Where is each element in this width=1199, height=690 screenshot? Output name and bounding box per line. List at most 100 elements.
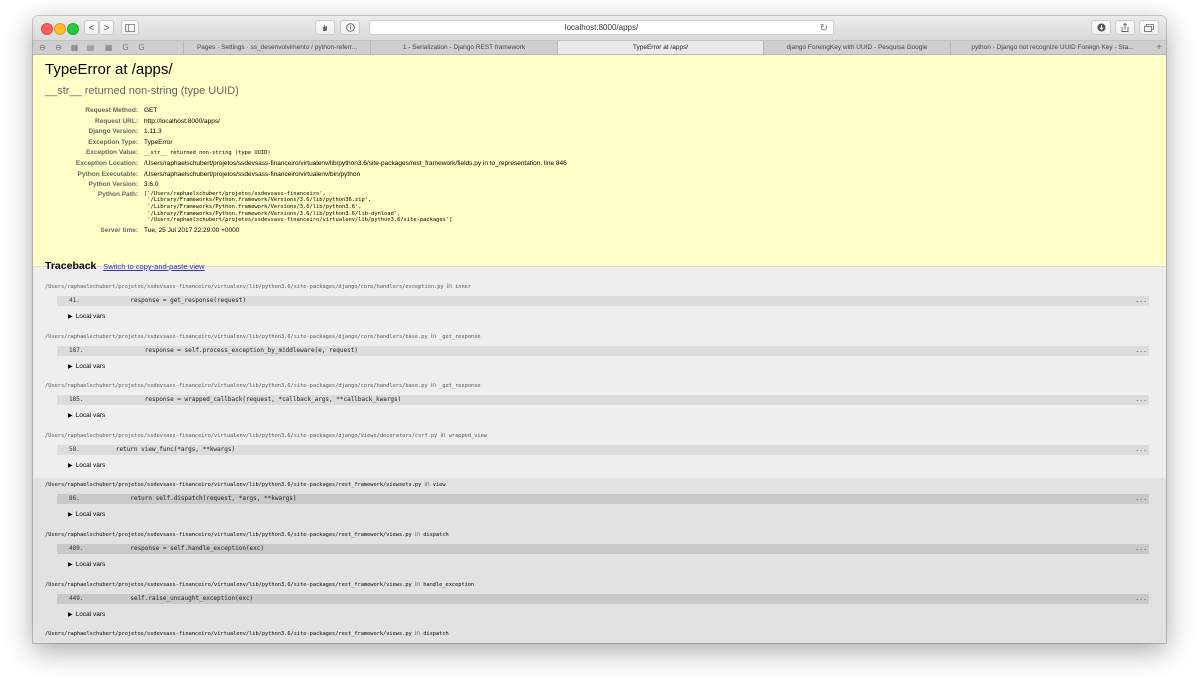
line-number: 489.: [69, 544, 84, 552]
frame-file: /Users/raphaelschubert/projetos/ssdevsas…: [45, 482, 422, 489]
traceback-frame: /Users/raphaelschubert/projetos/ssdevsas…: [33, 577, 1166, 628]
frame-path: /Users/raphaelschubert/projetos/ssdevsas…: [45, 481, 446, 488]
expand-context-button[interactable]: ...: [1135, 594, 1147, 602]
new-tab-icon[interactable]: +: [1156, 41, 1162, 54]
favorite-google-icon[interactable]: G: [137, 43, 146, 52]
meta-label: Python Path:: [97, 190, 138, 198]
local-vars-toggle[interactable]: ▶ Local vars: [68, 412, 105, 419]
favorite-pocket-icon[interactable]: ⊖: [38, 43, 47, 52]
address-bar[interactable]: localhost:8000/apps/ ↻: [369, 20, 834, 35]
context-line[interactable]: 86. return self.dispatch(request, *args,…: [57, 494, 1149, 505]
favorite-app-icon[interactable]: ▦: [104, 43, 113, 52]
expand-context-button[interactable]: ...: [1135, 445, 1147, 453]
code-text: self.raise_uncaught_exception(exc): [87, 594, 254, 602]
meta-value: GET: [144, 107, 158, 114]
favorite-doc-icon[interactable]: ▤: [86, 43, 95, 52]
zoom-window-button[interactable]: [67, 23, 79, 35]
context-line[interactable]: 187. response = self.process_exception_b…: [57, 345, 1149, 356]
tab-label: django ForeingKey with UUID - Pesquisa G…: [786, 44, 928, 51]
line-number: 86.: [69, 495, 80, 503]
reload-icon[interactable]: ↻: [820, 22, 828, 36]
local-vars-label: Local vars: [75, 610, 106, 618]
downloads-button[interactable]: [1091, 20, 1111, 35]
info-button[interactable]: [340, 20, 360, 35]
copy-paste-view-link[interactable]: Switch to copy-and-paste view: [103, 262, 204, 271]
local-vars-toggle[interactable]: ▶ Local vars: [68, 511, 105, 518]
line-number: 185.: [69, 396, 84, 404]
frame-path: /Users/raphaelschubert/projetos/ssdevsas…: [45, 283, 471, 290]
tab-label: python - Django not recognize UUID Forei…: [971, 44, 1134, 51]
frame-function: _get_response: [439, 333, 481, 340]
minimize-window-button[interactable]: [54, 23, 66, 35]
local-vars-toggle[interactable]: ▶ Local vars: [68, 561, 105, 568]
local-vars-toggle[interactable]: ▶ Local vars: [68, 363, 105, 370]
back-button[interactable]: <: [84, 20, 99, 35]
meta-value: 1.11.3: [144, 128, 162, 136]
frame-in-word: in: [414, 530, 421, 538]
tab-typeerror[interactable]: TypeError at /apps/: [557, 41, 763, 54]
frame-path: /Users/raphaelschubert/projetos/ssdevsas…: [45, 382, 481, 389]
local-vars-label: Local vars: [75, 511, 106, 519]
local-vars-label: Local vars: [75, 461, 106, 469]
traceback-frame: /Users/raphaelschubert/projetos/ssdevsas…: [33, 280, 1166, 330]
chevron-right-icon: >: [103, 23, 110, 34]
share-button[interactable]: [1115, 20, 1135, 35]
context-line[interactable]: 41. response = get_response(request)...: [57, 296, 1149, 306]
meta-value: /Users/raphaelschubert/projetos/ssdevsas…: [144, 160, 567, 167]
triangle-right-icon: ▶: [68, 413, 73, 420]
expand-context-button[interactable]: ...: [1135, 544, 1147, 552]
triangle-right-icon: ▶: [68, 512, 73, 519]
traceback-frame: /Users/raphaelschubert/projetos/ssdevsas…: [33, 627, 1166, 643]
code-text: return self.dispatch(request, *args, **k…: [87, 495, 297, 503]
context-line[interactable]: 58. return view_func(*args, **kwargs)...: [57, 444, 1149, 455]
tabs-icon: [1144, 24, 1154, 32]
sidebar-button[interactable]: [121, 20, 139, 35]
favorite-google-icon[interactable]: G: [121, 43, 130, 52]
frame-file: /Users/raphaelschubert/projetos/ssdevsas…: [45, 284, 444, 290]
meta-value: /Users/raphaelschubert/projetos/ssdevsas…: [144, 170, 361, 178]
local-vars-label: Local vars: [75, 412, 106, 420]
context-line[interactable]: 489. response = self.handle_exception(ex…: [57, 543, 1149, 554]
triangle-right-icon: ▶: [68, 363, 73, 370]
close-window-button[interactable]: [41, 23, 53, 35]
meta-label: Request URL:: [95, 117, 138, 125]
forward-button[interactable]: >: [99, 20, 114, 35]
favorite-app-icon[interactable]: ▦: [70, 43, 79, 52]
frame-path: /Users/raphaelschubert/projetos/ssdevsas…: [45, 630, 449, 637]
tabs-overview-button[interactable]: [1139, 20, 1159, 35]
extension-button[interactable]: [315, 20, 335, 35]
tab-google-search[interactable]: django ForeingKey with UUID - Pesquisa G…: [763, 41, 950, 54]
expand-context-button[interactable]: ...: [1135, 395, 1147, 403]
traceback-heading: Traceback Switch to copy-and-paste view: [45, 260, 205, 272]
context-line[interactable]: 185. response = wrapped_callback(request…: [57, 395, 1149, 406]
tab-label: TypeError at /apps/: [632, 44, 689, 51]
expand-context-button[interactable]: ...: [1135, 346, 1147, 354]
local-vars-toggle[interactable]: ▶ Local vars: [68, 611, 105, 618]
info-icon: [345, 23, 355, 32]
frame-function: dispatch: [423, 531, 449, 538]
python-path-line: '/Library/Frameworks/Python.framework/Ve…: [144, 210, 401, 217]
python-path-line: '/Library/Frameworks/Python.framework/Ve…: [144, 203, 362, 210]
meta-label: Exception Location:: [75, 160, 138, 167]
exception-message: __str__ returned non-string (type UUID): [45, 85, 239, 97]
favorite-pocket-icon[interactable]: ⊖: [54, 43, 63, 52]
tab-stackoverflow[interactable]: python - Django not recognize UUID Forei…: [950, 41, 1154, 54]
hand-icon: [323, 25, 327, 31]
tab-serialization[interactable]: 1 - Serialization - Django REST framewor…: [370, 41, 557, 54]
python-path-value: ['/Users/raphaelschubert/projetos/ssdevs…: [144, 191, 452, 224]
browser-window: < > localhost:8000/apps/ ↻ ⊖ ⊖ ▦ ▤ ▦ G G…: [33, 16, 1166, 643]
tab-bitbucket[interactable]: Pages · Settings · ss_desenvolvimento / …: [183, 41, 370, 54]
local-vars-toggle[interactable]: ▶ Local vars: [68, 462, 105, 469]
meta-value: __str__ returned non-string (type UUID): [144, 150, 271, 157]
meta-label: Python Version:: [88, 181, 138, 189]
expand-context-button[interactable]: ...: [1135, 494, 1147, 502]
local-vars-toggle[interactable]: ▶ Local vars: [68, 313, 105, 320]
tab-label: Pages · Settings · ss_desenvolvimento / …: [196, 44, 358, 51]
context-line[interactable]: 449. self.raise_uncaught_exception(exc).…: [57, 593, 1149, 604]
traceback-frame: /Users/raphaelschubert/projetos/ssdevsas…: [33, 330, 1166, 380]
frame-file: /Users/raphaelschubert/projetos/ssdevsas…: [45, 531, 412, 538]
browser-toolbar: < > localhost:8000/apps/ ↻: [33, 16, 1166, 41]
expand-context-button[interactable]: ...: [1135, 296, 1147, 304]
frame-in-word: in: [430, 332, 436, 340]
frame-in-word: in: [446, 283, 452, 290]
